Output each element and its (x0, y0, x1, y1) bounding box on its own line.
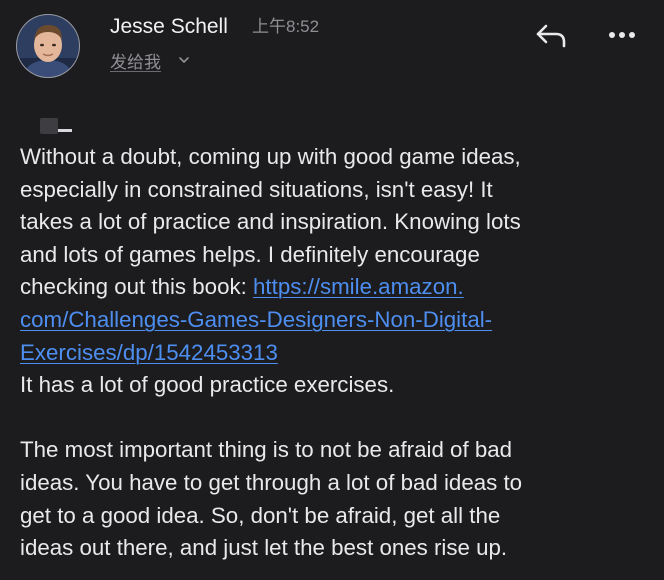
body-line: takes a lot of practice and inspiration.… (20, 209, 521, 235)
redacted-greeting (40, 118, 74, 134)
body-line: ideas. You have to get through a lot of … (20, 469, 523, 495)
book-intro-text: checking out this book: (20, 274, 254, 300)
book-link-continued[interactable]: com/Challenges-Games-Designers-Non-Digit… (20, 307, 492, 332)
sender-name[interactable]: Jesse Schell (110, 14, 228, 40)
recipient-label[interactable]: 发给我 (110, 52, 161, 74)
chevron-down-icon[interactable] (177, 53, 191, 67)
body-line: com/Challenges-Games-Designers-Non-Digit… (20, 304, 655, 337)
body-line: checking out this book: https://smile.am… (20, 271, 655, 304)
book-link-end[interactable]: Exercises/dp/1542453313 (20, 340, 278, 365)
greeting-dash (58, 129, 72, 132)
message-body: Without a doubt, coming up with good gam… (20, 141, 655, 565)
body-line: Without a doubt, coming up with good gam… (20, 144, 521, 169)
body-line: The most important thing is to not be af… (20, 437, 513, 463)
body-line: especially in constrained situations, is… (20, 176, 493, 202)
body-line: Exercises/dp/1542453313 (20, 337, 655, 370)
more-horizontal-icon[interactable] (604, 22, 640, 48)
reply-icon[interactable] (532, 20, 572, 50)
body-line: get to a good idea. So, don't be afraid,… (20, 502, 501, 528)
redaction-blur (40, 118, 58, 134)
avatar-photo (16, 14, 80, 78)
email-header: Jesse Schell 上午8:52 发给我 (0, 0, 664, 90)
body-line: It has a lot of good practice exercises. (20, 372, 395, 398)
sender-avatar[interactable] (16, 14, 80, 78)
received-time: 上午8:52 (252, 17, 320, 36)
body-line: ideas out there, and just let the best o… (20, 535, 508, 561)
book-link[interactable]: https://smile.amazon. (253, 274, 464, 299)
body-line: and lots of games helps. I definitely en… (20, 241, 480, 267)
